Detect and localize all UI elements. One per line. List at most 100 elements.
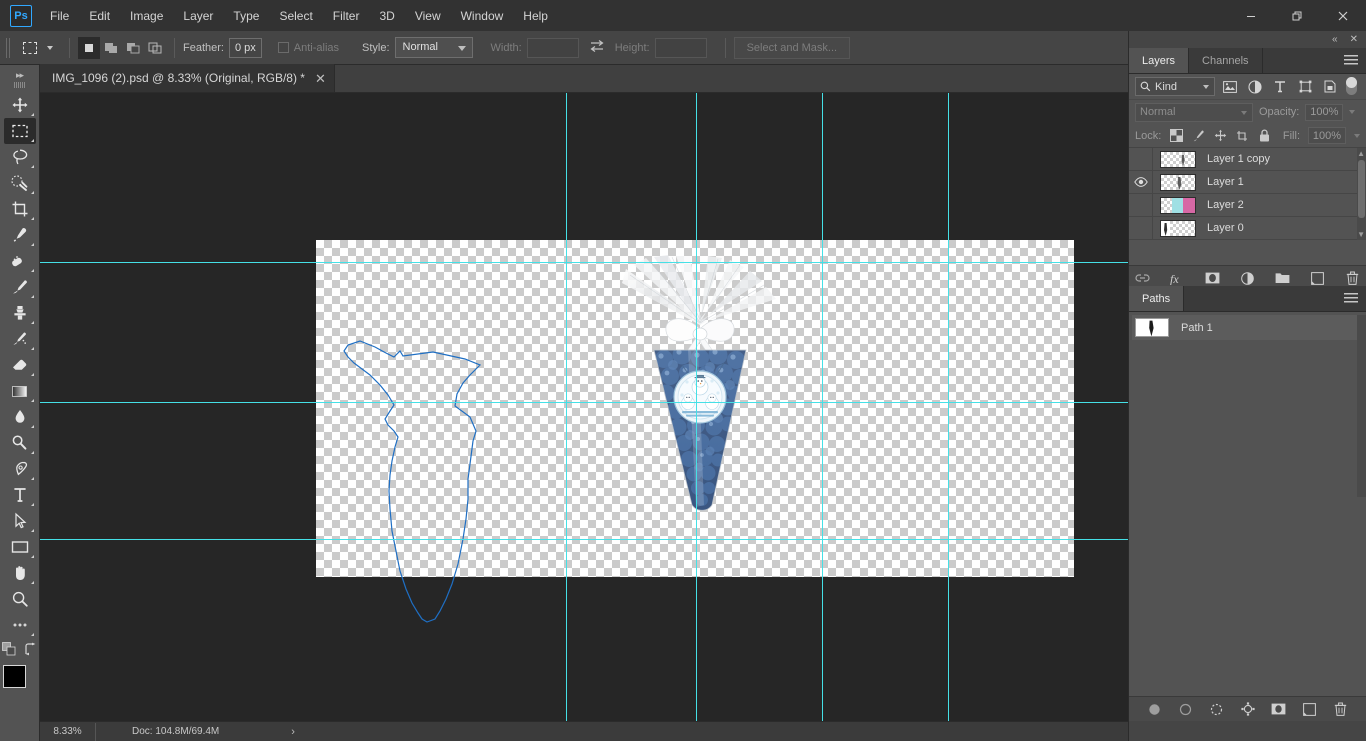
dock-collapse-icon[interactable]: «: [1332, 34, 1338, 45]
menu-layer[interactable]: Layer: [173, 5, 223, 27]
smart-object-filter-icon[interactable]: [1320, 77, 1340, 97]
delete-layer-icon[interactable]: [1344, 270, 1361, 287]
status-expand-arrow-icon[interactable]: ›: [291, 726, 295, 738]
restore-button[interactable]: [1274, 0, 1320, 31]
crop-tool[interactable]: [4, 196, 36, 222]
tab-channels[interactable]: Channels: [1189, 48, 1263, 73]
blur-tool[interactable]: [4, 404, 36, 430]
adjustment-layer-filter-icon[interactable]: [1245, 77, 1265, 97]
guide-horizontal-1[interactable]: [40, 262, 1128, 263]
canvas-area[interactable]: [40, 93, 1128, 721]
new-layer-icon[interactable]: [1309, 270, 1326, 287]
add-to-selection-button[interactable]: [100, 36, 122, 59]
layer-visibility-toggle[interactable]: [1129, 216, 1153, 240]
feather-input[interactable]: 0 px: [228, 37, 262, 58]
path-thumbnail[interactable]: [1135, 318, 1169, 337]
eraser-tool[interactable]: [4, 352, 36, 378]
list-item[interactable]: Path 1: [1132, 315, 1357, 340]
filter-enable-toggle[interactable]: [1345, 76, 1357, 97]
guide-horizontal-3[interactable]: [40, 539, 1128, 540]
dodge-tool[interactable]: [4, 430, 36, 456]
layer-visibility-toggle[interactable]: [1129, 193, 1153, 217]
toolbar-collapse-icon[interactable]: ▸▸: [0, 68, 39, 82]
load-path-as-selection-icon[interactable]: [1208, 701, 1225, 718]
guide-horizontal-2[interactable]: [40, 402, 1128, 403]
table-row[interactable]: Layer 2: [1129, 193, 1366, 217]
swap-width-height-icon[interactable]: [589, 39, 605, 56]
stroke-path-icon[interactable]: [1177, 701, 1194, 718]
tab-paths[interactable]: Paths: [1129, 286, 1185, 311]
move-tool[interactable]: [4, 92, 36, 118]
menu-edit[interactable]: Edit: [79, 5, 120, 27]
menu-file[interactable]: File: [40, 5, 79, 27]
pen-tool[interactable]: [4, 456, 36, 482]
rectangle-tool[interactable]: [4, 534, 36, 560]
swap-colors-icon[interactable]: [24, 642, 38, 659]
menu-image[interactable]: Image: [120, 5, 173, 27]
toolbar-grip[interactable]: [13, 82, 26, 88]
layer-name[interactable]: Layer 1 copy: [1207, 153, 1270, 165]
filter-kind-select[interactable]: Kind: [1135, 77, 1215, 96]
table-row[interactable]: Layer 0: [1129, 216, 1366, 240]
zoom-tool[interactable]: [4, 586, 36, 612]
menu-window[interactable]: Window: [451, 5, 514, 27]
zoom-level-field[interactable]: 8.33%: [40, 722, 96, 741]
guide-vertical-3[interactable]: [822, 93, 823, 721]
guide-vertical-2[interactable]: [696, 93, 697, 721]
layers-scrollbar[interactable]: ▲ ▼: [1357, 148, 1366, 240]
select-and-mask-button[interactable]: Select and Mask...: [733, 36, 851, 59]
type-layer-filter-icon[interactable]: [1270, 77, 1290, 97]
tab-layers[interactable]: Layers: [1129, 48, 1190, 73]
guide-vertical-1[interactable]: [566, 93, 567, 721]
lock-all-icon[interactable]: [1257, 129, 1271, 143]
paths-scrollbar[interactable]: [1357, 315, 1366, 497]
menu-help[interactable]: Help: [513, 5, 558, 27]
table-row[interactable]: Layer 1: [1129, 170, 1366, 194]
hand-tool[interactable]: [4, 560, 36, 586]
dock-close-icon[interactable]: ✕: [1350, 34, 1358, 45]
menu-view[interactable]: View: [405, 5, 451, 27]
type-tool[interactable]: [4, 482, 36, 508]
add-layer-mask-icon[interactable]: [1270, 701, 1287, 718]
opacity-value[interactable]: 100%: [1305, 103, 1344, 121]
make-work-path-icon[interactable]: [1239, 701, 1256, 718]
opacity-chevron-down-icon[interactable]: [1349, 110, 1356, 114]
layer-visibility-toggle[interactable]: [1129, 170, 1153, 194]
current-tool-preview-icon[interactable]: [17, 36, 43, 60]
layer-name[interactable]: Layer 1: [1207, 176, 1244, 188]
layers-scrollbar-thumb[interactable]: [1358, 160, 1365, 218]
link-layers-icon[interactable]: [1134, 270, 1151, 287]
new-selection-button[interactable]: [78, 36, 100, 59]
history-brush-tool[interactable]: [4, 326, 36, 352]
layers-panel-menu-icon[interactable]: [1344, 55, 1358, 66]
layer-thumbnail[interactable]: [1160, 150, 1196, 168]
delete-path-icon[interactable]: [1332, 701, 1349, 718]
brush-tool[interactable]: [4, 274, 36, 300]
tool-preset-chevron-down-icon[interactable]: [47, 45, 53, 50]
layer-thumbnail[interactable]: [1160, 196, 1196, 214]
eyedropper-tool[interactable]: [4, 222, 36, 248]
blend-mode-select[interactable]: Normal: [1135, 102, 1253, 122]
subtract-from-selection-button[interactable]: [122, 36, 144, 59]
menu-type[interactable]: Type: [223, 5, 269, 27]
edit-toolbar-tool[interactable]: [4, 612, 36, 638]
new-group-icon[interactable]: [1274, 270, 1291, 287]
foreground-color-swatch[interactable]: [2, 665, 26, 688]
intersect-with-selection-button[interactable]: [144, 36, 166, 59]
menu-select[interactable]: Select: [269, 5, 322, 27]
spot-healing-brush-tool[interactable]: [4, 248, 36, 274]
close-button[interactable]: [1320, 0, 1366, 31]
new-path-icon[interactable]: [1301, 701, 1318, 718]
add-layer-mask-icon[interactable]: [1204, 270, 1221, 287]
default-colors-icon[interactable]: [1, 642, 16, 659]
height-input[interactable]: [654, 37, 707, 58]
quick-selection-tool[interactable]: [4, 170, 36, 196]
guide-vertical-4[interactable]: [948, 93, 949, 721]
shape-layer-filter-icon[interactable]: [1295, 77, 1315, 97]
layer-name[interactable]: Layer 2: [1207, 199, 1244, 211]
document-tab[interactable]: IMG_1096 (2).psd @ 8.33% (Original, RGB/…: [40, 64, 335, 92]
path-selection-tool[interactable]: [4, 508, 36, 534]
fill-path-icon[interactable]: [1146, 701, 1163, 718]
lock-image-pixels-icon[interactable]: [1191, 129, 1205, 143]
clone-stamp-tool[interactable]: [4, 300, 36, 326]
